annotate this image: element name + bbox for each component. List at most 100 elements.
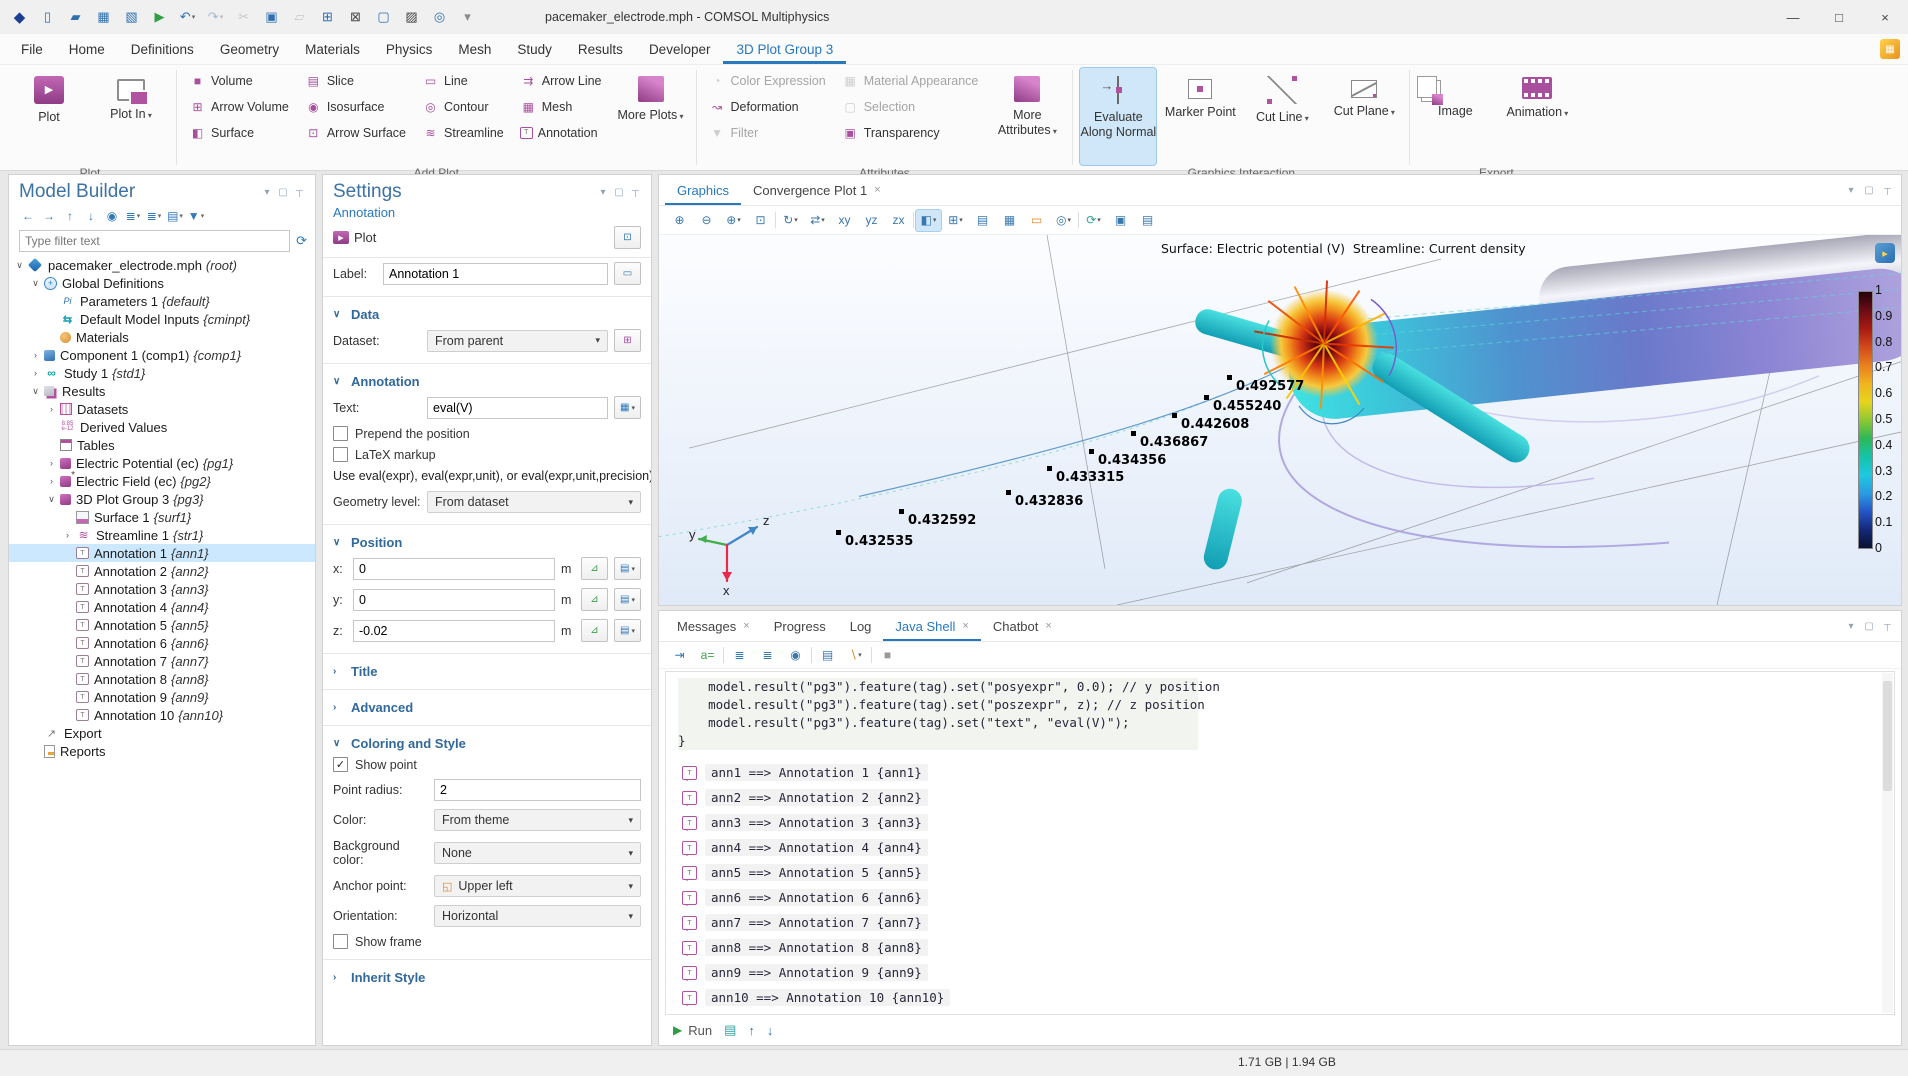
show-point-checkbox[interactable]: ✓ xyxy=(333,757,348,772)
copy-icon[interactable]: ▣ xyxy=(260,6,283,29)
graphics-tab[interactable]: Convergence Plot 1× xyxy=(741,175,893,205)
attribute-button[interactable]: Material Appearance xyxy=(837,68,984,93)
tree-item[interactable]: › Electric Field (ec) {pg2} xyxy=(9,472,315,490)
tree-item[interactable]: Derived Values xyxy=(9,418,315,436)
plot-in-window-button[interactable]: ⊡ xyxy=(614,226,641,249)
section-annotation[interactable]: ∨Annotation xyxy=(323,371,651,392)
close-tab-icon[interactable]: × xyxy=(962,620,968,632)
tree-filter-input[interactable] xyxy=(19,230,290,252)
tree-item[interactable]: Reports xyxy=(9,742,315,760)
add-plot-button[interactable]: Contour xyxy=(417,94,509,119)
anchor-point-dropdown[interactable]: Upper left xyxy=(434,875,641,897)
view-direction-icon[interactable]: ⇄ xyxy=(805,210,830,231)
go-to-default-view-icon[interactable]: ↻ xyxy=(778,210,803,231)
add-plot-button[interactable]: Arrow Volume xyxy=(184,94,294,119)
add-plot-button[interactable]: Streamline xyxy=(417,120,509,145)
expand-arrow-icon[interactable]: › xyxy=(61,530,74,540)
range-button[interactable]: ⊿ xyxy=(581,557,608,580)
collapse-levels-icon[interactable]: ≣ xyxy=(145,207,163,225)
move-down-icon[interactable]: ↓ xyxy=(82,207,100,225)
add-plot-button[interactable]: Mesh xyxy=(515,94,607,119)
select-icon[interactable]: ◎ xyxy=(1051,210,1076,231)
expand-arrow-icon[interactable]: ∨ xyxy=(45,494,58,505)
undo-icon[interactable]: ↶ xyxy=(176,6,199,29)
graphics-interaction-button[interactable]: Cut Plane xyxy=(1326,68,1402,165)
range-button[interactable]: ⊿ xyxy=(581,619,608,642)
expand-arrow-icon[interactable]: ∨ xyxy=(13,260,26,271)
tree-item[interactable]: Annotation 4 {ann4} xyxy=(9,598,315,616)
plot-button[interactable]: Plot xyxy=(11,68,87,165)
section-title[interactable]: ›Title xyxy=(323,661,651,682)
tree-item[interactable]: ∨ 3D Plot Group 3 {pg3} xyxy=(9,490,315,508)
panel-pin-icon[interactable] xyxy=(627,184,643,200)
save-icon[interactable]: ▦ xyxy=(92,6,115,29)
ribbon-tab[interactable]: Definitions xyxy=(118,34,207,64)
expand-arrow-icon[interactable]: ∨ xyxy=(29,278,42,289)
tree-item[interactable]: Materials xyxy=(9,328,315,346)
ribbon-tab[interactable]: Mesh xyxy=(445,34,504,64)
tree-item[interactable]: Parameters 1 {default} xyxy=(9,292,315,310)
panel-pin-icon[interactable] xyxy=(291,184,307,200)
expand-arrow-icon[interactable]: › xyxy=(29,368,42,378)
scrollbar-thumb[interactable] xyxy=(1883,681,1892,791)
ribbon-tab[interactable]: 3D Plot Group 3 xyxy=(723,34,846,64)
tree-item[interactable]: › Datasets xyxy=(9,400,315,418)
cut-icon[interactable]: ✂ xyxy=(232,6,255,29)
preview-icon[interactable]: ◎ xyxy=(428,6,451,29)
show-frame-checkbox[interactable] xyxy=(333,934,348,949)
add-plot-button[interactable]: Annotation xyxy=(515,120,607,145)
view-zx-icon[interactable]: zx xyxy=(886,210,911,231)
add-to-table-icon[interactable]: ⊞ xyxy=(943,210,968,231)
attribute-button[interactable]: Deformation xyxy=(704,94,831,119)
dataset-dropdown[interactable]: From parent xyxy=(427,330,608,352)
tree-item[interactable]: Annotation 3 {ann3} xyxy=(9,580,315,598)
section-inherit-style[interactable]: ›Inherit Style xyxy=(323,967,651,988)
word-wrap-icon[interactable]: ▤ xyxy=(815,645,840,666)
section-advanced[interactable]: ›Advanced xyxy=(323,697,651,718)
tree-item[interactable]: Annotation 5 {ann5} xyxy=(9,616,315,634)
tree-item[interactable]: › Streamline 1 {str1} xyxy=(9,526,315,544)
graphics-canvas[interactable]: Surface: Electric potential (V) Streamli… xyxy=(659,235,1901,605)
range-button[interactable]: ⊿ xyxy=(581,588,608,611)
insert-icon[interactable]: ⊞ xyxy=(316,6,339,29)
clear-shell-icon[interactable]: ∖ xyxy=(843,645,868,666)
console-tab[interactable]: Progress xyxy=(762,611,838,641)
collapse-refresh-icon[interactable]: ⟳ xyxy=(296,233,307,249)
console-tab[interactable]: Chatbot× xyxy=(981,611,1064,641)
ribbon-tab[interactable]: Developer xyxy=(636,34,724,64)
insert-code-icon[interactable]: ⇥ xyxy=(667,645,692,666)
export-button[interactable]: Image xyxy=(1417,68,1493,165)
ribbon-tab[interactable]: Physics xyxy=(373,34,446,64)
tree-item[interactable]: Annotation 1 {ann1} xyxy=(9,544,315,562)
tree-item[interactable]: Annotation 6 {ann6} xyxy=(9,634,315,652)
label-input[interactable] xyxy=(383,263,608,285)
tree-item[interactable]: Annotation 8 {ann8} xyxy=(9,670,315,688)
expand-arrow-icon[interactable]: ∨ xyxy=(29,386,42,397)
geometry-level-dropdown[interactable]: From dataset xyxy=(427,491,641,513)
maximize-button[interactable]: □ xyxy=(1816,0,1862,34)
tree-item[interactable]: Annotation 9 {ann9} xyxy=(9,688,315,706)
run-button[interactable]: Run xyxy=(673,1023,712,1038)
add-plot-button[interactable]: Isosurface xyxy=(300,94,411,119)
show-output-icon[interactable]: ◉ xyxy=(783,645,808,666)
point-radius-input[interactable] xyxy=(434,779,641,801)
save-as-icon[interactable]: ▧ xyxy=(120,6,143,29)
panel-float-icon[interactable] xyxy=(275,184,291,200)
history-down-icon[interactable]: ≣ xyxy=(755,645,780,666)
comsol-logo-icon[interactable]: ◆ xyxy=(8,6,31,29)
graphics-interaction-button[interactable]: Evaluate Along Normal xyxy=(1080,68,1156,165)
add-plot-button[interactable]: Volume xyxy=(184,68,294,93)
console-tab[interactable]: Messages× xyxy=(665,611,762,641)
show-icon[interactable]: ◉ xyxy=(103,207,121,225)
export-button[interactable]: Animation xyxy=(1499,68,1575,165)
edit-dataset-button[interactable]: ⊞ xyxy=(614,329,641,352)
expand-arrow-icon[interactable]: › xyxy=(29,350,42,360)
zoom-box-icon[interactable]: ⊕ xyxy=(721,210,746,231)
paste-icon[interactable]: ▱ xyxy=(288,6,311,29)
ribbon-tab[interactable]: File xyxy=(8,34,56,64)
zoom-extents-icon[interactable]: ⊡ xyxy=(748,210,773,231)
tree-item[interactable]: Annotation 10 {ann10} xyxy=(9,706,315,724)
graphics-interaction-button[interactable]: Marker Point xyxy=(1162,68,1238,165)
open-file-icon[interactable]: ▰ xyxy=(64,6,87,29)
add-plot-button[interactable]: Line xyxy=(417,68,509,93)
